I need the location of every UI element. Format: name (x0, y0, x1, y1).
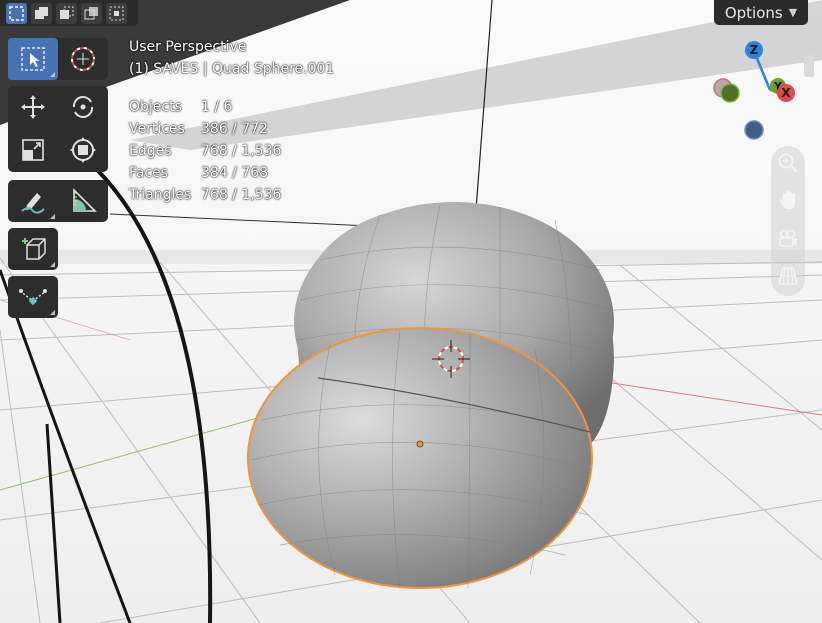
z-axis-label: Z (750, 43, 759, 57)
zoom-button[interactable] (775, 150, 801, 176)
options-label: Options (724, 3, 783, 22)
stat-value: 1 / 6 (201, 99, 233, 115)
tool-group-transform (8, 86, 108, 172)
stat-label: Edges (129, 143, 172, 159)
navigation-tools (771, 146, 805, 296)
stat-row: Triangles 768 / 1,536 (129, 184, 281, 206)
grid-ortho-icon (777, 267, 799, 285)
stat-label: Objects (129, 99, 182, 115)
shear-tool[interactable] (8, 276, 58, 318)
stat-row: Objects 1 / 6 (129, 96, 281, 118)
select-box-icon (21, 47, 45, 71)
rotate-icon (72, 96, 94, 118)
stat-value: 384 / 768 (201, 165, 269, 181)
measure-icon (73, 188, 97, 212)
invert-icon (84, 6, 98, 19)
select-new-icon (9, 5, 24, 21)
add-cube-tool[interactable] (8, 228, 58, 270)
chevron-down-icon: ▼ (788, 6, 798, 19)
stat-label: Triangles (129, 187, 192, 203)
cursor-icon (71, 47, 95, 71)
neg-z-axis-handle[interactable] (744, 120, 764, 140)
cursor-tool[interactable] (58, 38, 108, 80)
subtract-button[interactable] (56, 2, 77, 24)
annotate-tool[interactable] (8, 180, 58, 222)
stat-value: 768 / 1,536 (201, 143, 282, 159)
selection-mode-bar (0, 0, 138, 26)
shear-icon (19, 289, 47, 306)
sidebar-toggle[interactable] (804, 55, 814, 77)
ortho-toggle-button[interactable] (775, 263, 801, 289)
scale-tool[interactable] (8, 129, 58, 171)
active-object-label: (1) SAVES | Quad Sphere.001 (129, 61, 335, 77)
object-origin (416, 440, 424, 448)
stat-value: 768 / 1,536 (201, 187, 282, 203)
measure-tool[interactable] (58, 180, 108, 222)
3d-viewport[interactable] (0, 0, 822, 623)
extend-button[interactable] (31, 2, 52, 24)
camera-view-button[interactable] (775, 226, 801, 252)
transform-icon (70, 137, 96, 163)
tool-group-add (8, 228, 58, 270)
intersect-button[interactable] (106, 2, 127, 24)
rotate-tool[interactable] (58, 86, 108, 128)
stat-row: Vertices 386 / 772 (129, 118, 281, 140)
options-dropdown[interactable]: Options ▼ (714, 0, 808, 25)
stat-label: Faces (129, 165, 168, 181)
hand-pan-icon (779, 190, 795, 209)
add-cube-icon (22, 238, 46, 260)
stat-row: Edges 768 / 1,536 (129, 140, 281, 162)
zoom-icon (778, 153, 798, 173)
stat-value: 386 / 772 (201, 121, 269, 137)
x-axis-label: X (781, 86, 791, 100)
extend-icon (35, 6, 48, 19)
stat-row: Faces 384 / 768 (129, 162, 281, 184)
navigation-gizmo[interactable]: Y Z X (706, 36, 806, 146)
view-perspective-label: User Perspective (129, 39, 247, 55)
select-new-button[interactable] (6, 2, 27, 24)
subtract-icon (60, 6, 74, 19)
neg-y-axis-handle[interactable] (720, 83, 740, 103)
select-box-tool[interactable] (8, 38, 58, 80)
tool-group-select (8, 38, 108, 80)
annotate-icon (21, 193, 45, 214)
scene-statistics: Objects 1 / 6 Vertices 386 / 772 Edges 768 … (129, 96, 281, 206)
intersect-icon (109, 6, 124, 20)
tool-group-annotate (8, 180, 108, 222)
move-tool[interactable] (8, 86, 58, 128)
tool-group-shear (8, 276, 58, 318)
move-icon (21, 95, 45, 119)
scale-icon (22, 139, 44, 161)
pan-button[interactable] (775, 187, 801, 213)
camera-icon (779, 229, 797, 247)
selected-quad-sphere[interactable] (247, 327, 593, 589)
stat-label: Vertices (129, 121, 185, 137)
invert-button[interactable] (81, 2, 102, 24)
transform-tool[interactable] (58, 129, 108, 171)
